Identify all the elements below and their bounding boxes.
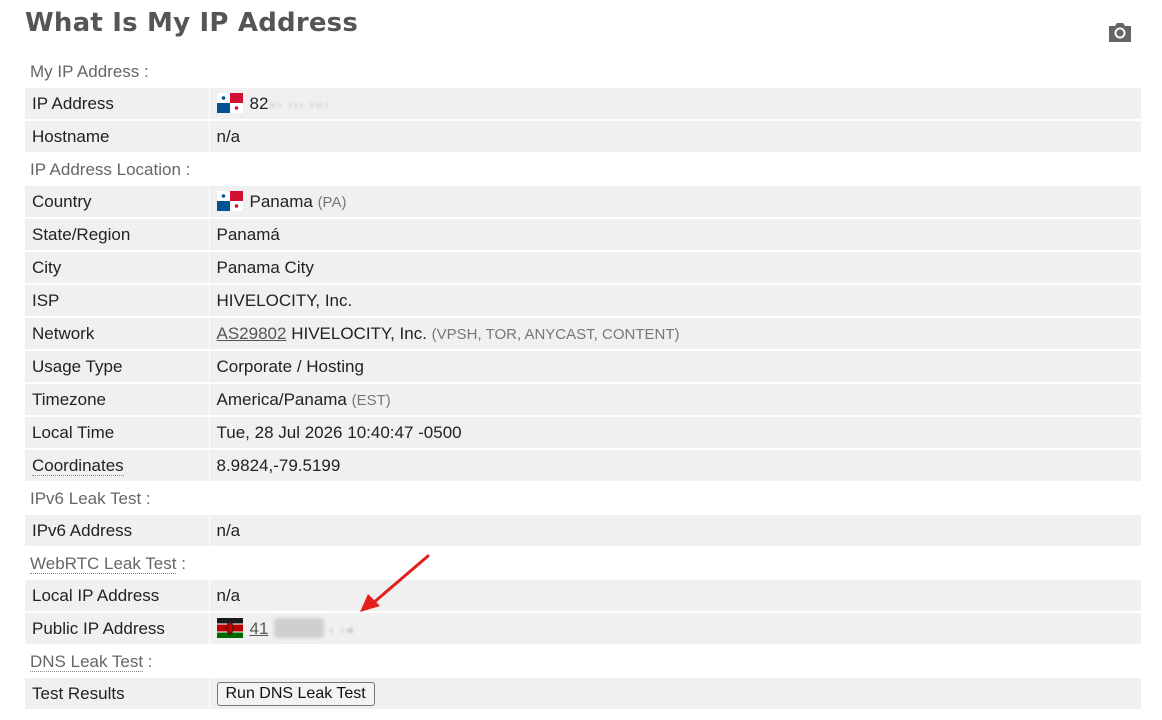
country-code: (PA)	[317, 194, 347, 211]
asn-link[interactable]: AS29802	[217, 324, 287, 343]
network-tags: (VPSH, TOR, ANYCAST, CONTENT)	[431, 325, 680, 343]
row-isp: ISP HIVELOCITY, Inc.	[25, 284, 1141, 318]
row-state: State/Region Panamá	[25, 218, 1141, 252]
row-label: City	[25, 251, 210, 285]
row-value: Panama (PA)	[209, 186, 1141, 219]
row-value: Corporate / Hosting	[209, 350, 1141, 384]
row-value: AS29802 HIVELOCITY, Inc. (VPSH, TOR, ANY…	[209, 317, 1141, 351]
row-value: 82»› ››› ›«‹	[209, 88, 1141, 121]
section-colon: :	[176, 554, 186, 573]
timezone-name: America/Panama	[216, 389, 347, 409]
panama-flag-icon	[216, 191, 243, 211]
row-label: State/Region	[25, 218, 210, 252]
panama-flag-icon	[216, 93, 243, 113]
ip-value: 82	[249, 94, 269, 113]
row-value: Panamá	[209, 218, 1141, 252]
public-ip-blurred: ‹ ›◂	[329, 621, 354, 637]
ip-value-blurred: »› ››› ›«‹	[268, 96, 330, 112]
row-value: n/a	[209, 515, 1141, 548]
run-dns-leak-test-button[interactable]: Run DNS Leak Test	[216, 681, 375, 706]
row-local-time: Local Time Tue, 28 Jul 2026 10:40:47 -05…	[25, 416, 1141, 450]
row-test-results: Test Results Run DNS Leak Test	[25, 678, 1141, 711]
section-webrtc: WebRTC Leak Test :	[25, 547, 1141, 580]
row-value: n/a	[209, 580, 1141, 613]
kenya-flag-icon	[216, 618, 243, 638]
timezone-abbr: (EST)	[351, 391, 391, 409]
section-label: My IP Address :	[30, 62, 149, 81]
network-name: HIVELOCITY, Inc.	[291, 323, 427, 343]
public-ip-redacted	[274, 618, 325, 638]
row-network: Network AS29802 HIVELOCITY, Inc. (VPSH, …	[25, 317, 1141, 351]
row-country: Country Panama (PA)	[25, 186, 1141, 219]
section-dns: DNS Leak Test :	[25, 645, 1141, 678]
row-value: Run DNS Leak Test	[209, 678, 1141, 711]
public-ip-link[interactable]: 41	[250, 619, 269, 638]
row-label: Public IP Address	[25, 612, 210, 646]
webrtc-help-link[interactable]: WebRTC Leak Test	[30, 554, 177, 574]
section-label: DNS Leak Test :	[25, 645, 1141, 678]
country-name: Panama	[249, 192, 313, 211]
row-label: ISP	[25, 284, 210, 318]
section-ipv6: IPv6 Leak Test :	[25, 482, 1141, 515]
section-label: WebRTC Leak Test :	[25, 547, 1141, 580]
row-coordinates: Coordinates 8.9824,-79.5199	[25, 449, 1141, 483]
row-label: Hostname	[25, 120, 210, 154]
section-location: IP Address Location :	[25, 153, 1141, 186]
row-label: Timezone	[25, 383, 210, 417]
row-local-ip: Local IP Address n/a	[25, 580, 1141, 613]
row-ip-address: IP Address 82»› ››› ›«‹	[25, 88, 1141, 121]
row-label: Local IP Address	[25, 580, 210, 613]
row-value: n/a	[209, 120, 1141, 154]
row-timezone: Timezone America/Panama (EST)	[25, 383, 1141, 417]
annotation-arrow-icon	[360, 554, 430, 612]
row-city: City Panama City	[25, 251, 1141, 285]
ip-info-table: My IP Address : IP Address 82»› ››› ›«‹ …	[25, 56, 1141, 711]
row-label: IPv6 Address	[25, 515, 210, 548]
section-label: IPv6 Leak Test :	[30, 489, 151, 508]
row-value: 8.9824,-79.5199	[209, 449, 1141, 483]
row-value: America/Panama (EST)	[209, 383, 1141, 417]
row-value: HIVELOCITY, Inc.	[209, 284, 1141, 318]
row-value: Panama City	[209, 251, 1141, 285]
row-usage-type: Usage Type Corporate / Hosting	[25, 350, 1141, 384]
row-label: Test Results	[25, 678, 210, 711]
row-label: Network	[25, 317, 210, 351]
section-my-ip: My IP Address :	[25, 56, 1141, 88]
row-label: Usage Type	[25, 350, 210, 384]
row-public-ip: Public IP Address 41 ‹ ›◂	[25, 612, 1141, 646]
row-value: Tue, 28 Jul 2026 10:40:47 -0500	[209, 416, 1141, 450]
row-ipv6-address: IPv6 Address n/a	[25, 515, 1141, 548]
row-label: IP Address	[25, 88, 210, 121]
row-value: 41 ‹ ›◂	[209, 612, 1141, 646]
section-label: IP Address Location :	[30, 160, 191, 179]
section-colon: :	[143, 652, 153, 671]
dns-help-link[interactable]: DNS Leak Test	[30, 652, 144, 672]
row-label: Coordinates	[25, 449, 210, 483]
row-label: Local Time	[25, 416, 210, 450]
camera-icon[interactable]	[1106, 18, 1134, 46]
page-title: What Is My IP Address	[25, 8, 359, 38]
row-label: Country	[25, 186, 210, 219]
coordinates-label[interactable]: Coordinates	[32, 455, 124, 476]
row-hostname: Hostname n/a	[25, 120, 1141, 154]
